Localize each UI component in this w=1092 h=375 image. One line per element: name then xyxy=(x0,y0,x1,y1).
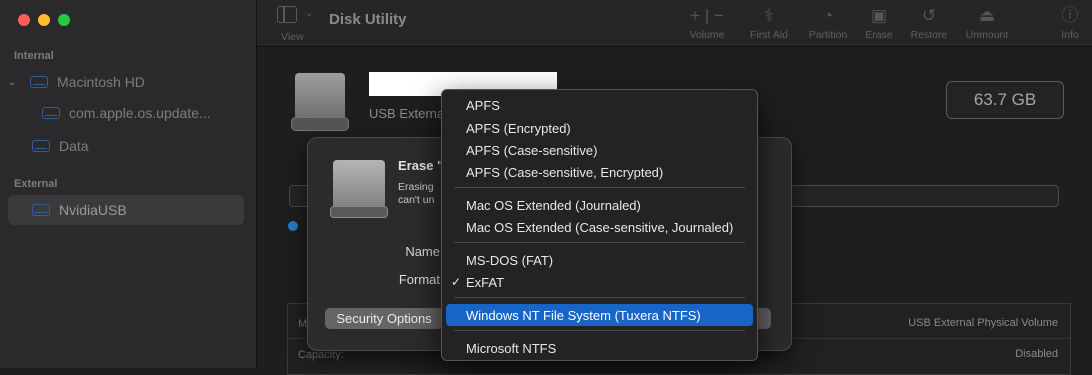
stethoscope-icon: ⚕ xyxy=(764,6,774,25)
zoom-button[interactable] xyxy=(58,14,70,26)
disk-icon xyxy=(32,204,50,216)
partition-button[interactable]: ◔ Partition xyxy=(801,5,855,41)
sidebar-item-label: NvidiaUSB xyxy=(59,202,127,218)
minimize-button[interactable] xyxy=(38,14,50,26)
info-button[interactable]: ⓘ Info xyxy=(1055,5,1085,41)
format-dropdown-menu: APFS APFS (Encrypted) APFS (Case-sensiti… xyxy=(441,89,758,361)
sidebar-item-macintosh-hd[interactable]: ⌄ Macintosh HD xyxy=(8,67,244,97)
menu-item-apfs[interactable]: APFS xyxy=(446,94,753,116)
chevron-down-icon[interactable]: ⌄ xyxy=(305,8,313,19)
toolbar: ⌄ View Disk Utility + | − Volume ⚕ First… xyxy=(257,0,1092,47)
menu-item-tuxera-ntfs[interactable]: Windows NT File System (Tuxera NTFS) xyxy=(446,304,753,326)
menu-separator xyxy=(454,297,745,298)
volume-button[interactable]: + | − Volume xyxy=(677,5,737,41)
plus-minus-icon: + | − xyxy=(690,6,724,25)
menu-item-mac-os-extended-case-sensitive[interactable]: Mac OS Extended (Case-sensitive, Journal… xyxy=(446,216,753,238)
erase-button[interactable]: ▣ Erase xyxy=(859,5,899,41)
sidebar-item-snapshot[interactable]: com.apple.os.update... xyxy=(34,98,244,128)
menu-separator xyxy=(454,242,745,243)
info-value: USB External Physical Volume xyxy=(908,317,1058,329)
unmount-button[interactable]: ⏏ Unmount xyxy=(959,5,1015,41)
sidebar-item-nvidiausb[interactable]: NvidiaUSB xyxy=(8,195,244,225)
eraser-car-icon: ▣ xyxy=(870,6,888,25)
name-label: Name xyxy=(405,244,440,259)
menu-item-apfs-encrypted[interactable]: APFS (Encrypted) xyxy=(446,117,753,139)
sidebar-item-label: Data xyxy=(59,138,89,154)
menu-item-exfat[interactable]: ✓ ExFAT xyxy=(446,271,753,293)
menu-item-microsoft-ntfs[interactable]: Microsoft NTFS xyxy=(446,337,753,359)
section-external: External xyxy=(14,178,58,190)
menu-item-mac-os-extended-journaled[interactable]: Mac OS Extended (Journaled) xyxy=(446,194,753,216)
window-controls xyxy=(18,14,70,26)
sheet-description: Erasing can't un xyxy=(398,181,435,206)
eject-icon: ⏏ xyxy=(978,6,996,25)
sidebar-item-label: Macintosh HD xyxy=(57,74,145,90)
menu-item-ms-dos-fat[interactable]: MS-DOS (FAT) xyxy=(446,249,753,271)
sheet-title: Erase " xyxy=(398,158,444,173)
capacity-badge: 63.7 GB xyxy=(946,81,1064,119)
section-internal: Internal xyxy=(14,50,54,62)
menu-item-apfs-case-sensitive-encrypted[interactable]: APFS (Case-sensitive, Encrypted) xyxy=(446,161,753,183)
sidebar-item-data[interactable]: Data xyxy=(8,131,244,161)
info-label: M xyxy=(298,318,308,330)
drive-icon xyxy=(330,160,388,218)
view-label: View xyxy=(281,31,304,43)
info-icon: ⓘ xyxy=(1061,6,1079,25)
disk-icon xyxy=(30,76,48,88)
security-options-button[interactable]: Security Options xyxy=(325,308,443,329)
info-value: Disabled xyxy=(1015,348,1058,360)
window-title: Disk Utility xyxy=(329,11,407,28)
disk-icon xyxy=(42,107,60,119)
sidebar: Internal ⌄ Macintosh HD com.apple.os.upd… xyxy=(0,0,257,368)
restore-button[interactable]: ↺ Restore xyxy=(905,5,953,41)
drive-icon xyxy=(291,73,349,131)
disk-subtitle: USB Externa xyxy=(369,106,445,121)
sidebar-item-label: com.apple.os.update... xyxy=(69,105,211,121)
menu-separator xyxy=(454,187,745,188)
restore-arrow-icon: ↺ xyxy=(921,6,937,25)
legend-dot xyxy=(288,221,298,231)
first-aid-button[interactable]: ⚕ First Aid xyxy=(741,5,797,41)
checkmark-icon: ✓ xyxy=(451,275,462,289)
format-label: Format xyxy=(398,272,440,287)
menu-separator xyxy=(454,330,745,331)
disk-icon xyxy=(32,140,50,152)
sidebar-toggle-icon[interactable] xyxy=(277,6,297,23)
close-button[interactable] xyxy=(18,14,30,26)
pie-icon: ◔ xyxy=(822,6,834,25)
menu-item-apfs-case-sensitive[interactable]: APFS (Case-sensitive) xyxy=(446,139,753,161)
chevron-down-icon[interactable]: ⌄ xyxy=(8,77,20,88)
